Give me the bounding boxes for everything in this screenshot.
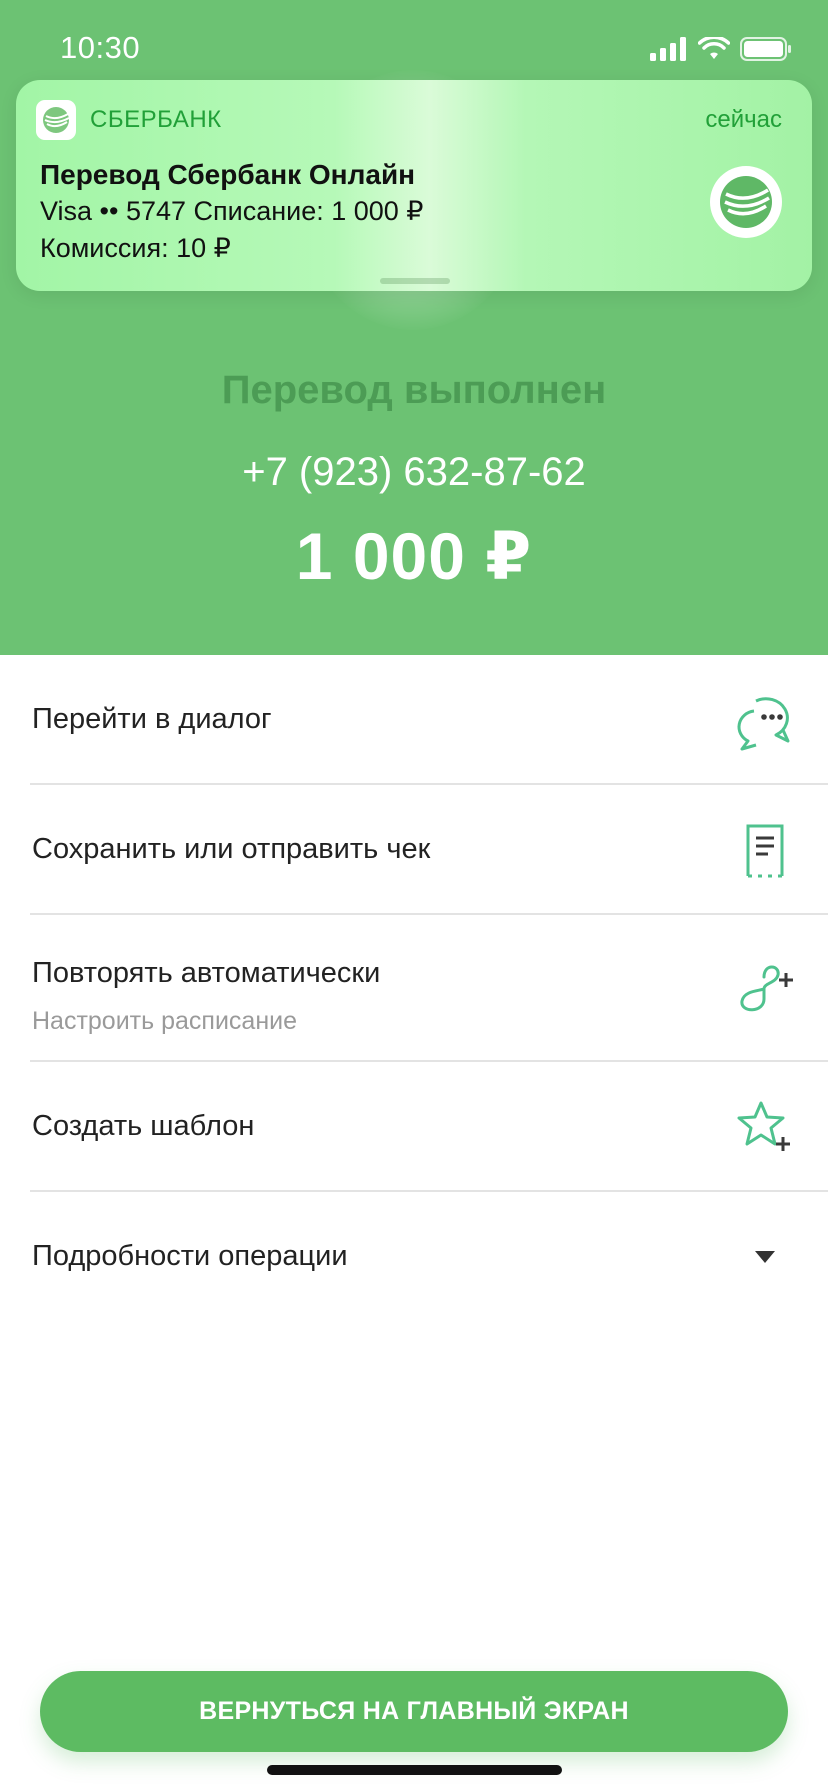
sberbank-logo-icon	[43, 107, 70, 133]
status-time: 10:30	[60, 30, 141, 65]
actions-list: Перейти в диалог Сохранить или отправить…	[0, 655, 828, 1322]
wifi-icon	[698, 37, 730, 59]
success-title: Перевод выполнен	[221, 368, 607, 412]
action-save-receipt[interactable]: Сохранить или отправить чек	[30, 785, 828, 915]
chat-bubbles-icon	[730, 685, 800, 755]
action-label: Сохранить или отправить чек	[32, 833, 431, 865]
push-notification[interactable]: СБЕРБАНК сейчас Перевод Сбербанк Онлайн …	[16, 80, 812, 291]
action-label: Повторять автоматически	[32, 957, 381, 989]
chevron-down-icon	[730, 1222, 800, 1292]
notification-title: Перевод Сбербанк Онлайн	[40, 159, 416, 190]
action-repeat-automatically[interactable]: Повторять автоматически Настроить распис…	[30, 915, 828, 1062]
recipient-phone: +7 (923) 632-87-62	[242, 450, 586, 494]
sberbank-app-icon	[36, 100, 76, 140]
back-to-home-button[interactable]: ВЕРНУТЬСЯ НА ГЛАВНЫЙ ЭКРАН	[40, 1671, 788, 1752]
home-indicator[interactable]	[267, 1765, 562, 1775]
notification-fee-line: Комиссия: 10 ₽	[40, 233, 231, 263]
transfer-amount: 1 000 ₽	[295, 519, 533, 593]
repeat-plus-icon	[730, 953, 800, 1023]
notification-time: сейчас	[705, 106, 782, 133]
notification-grabber[interactable]	[380, 278, 450, 284]
notification-debit-line: Visa •• 5747 Списание: 1 000 ₽	[40, 196, 424, 226]
action-label: Подробности операции	[32, 1240, 348, 1272]
action-open-dialog[interactable]: Перейти в диалог	[30, 655, 828, 785]
action-sublabel: Настроить расписание	[32, 1007, 297, 1035]
battery-icon	[740, 37, 791, 61]
action-label: Перейти в диалог	[32, 703, 272, 735]
action-operation-details[interactable]: Подробности операции	[30, 1192, 828, 1322]
status-icons	[650, 34, 792, 64]
notification-app-name: СБЕРБАНК	[90, 106, 222, 133]
action-label: Создать шаблон	[32, 1110, 255, 1142]
receipt-icon	[730, 815, 800, 885]
cellular-signal-icon	[650, 37, 686, 61]
star-plus-icon	[730, 1092, 800, 1162]
action-create-template[interactable]: Создать шаблон	[30, 1062, 828, 1192]
screen: Перевод выполнен +7 (923) 632-87-62 1 00…	[0, 0, 828, 1792]
sberbank-badge-icon	[710, 166, 782, 238]
